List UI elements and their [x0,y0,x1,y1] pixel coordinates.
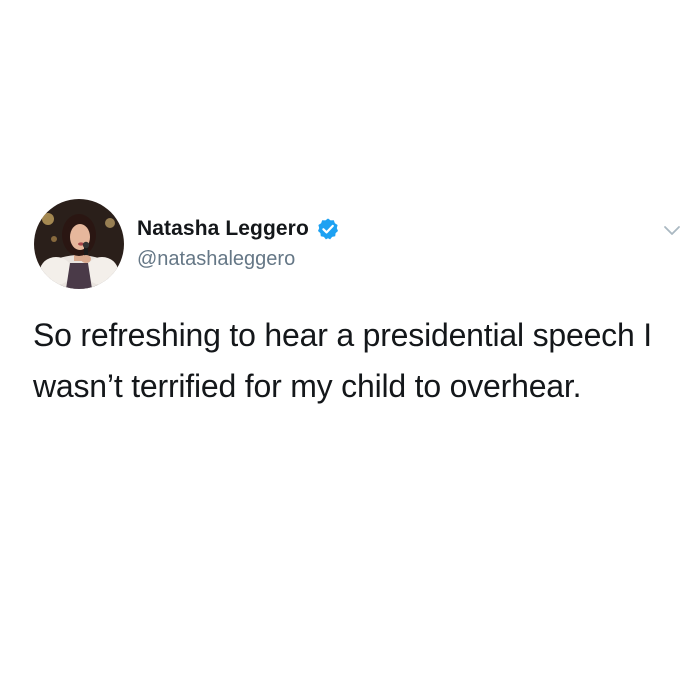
chevron-down-icon [664,226,680,235]
verified-badge-icon [316,217,340,241]
profile-photo-icon [34,199,124,289]
avatar[interactable] [34,199,124,289]
tweet-menu-button[interactable] [660,218,684,242]
tweet-card: Natasha Leggero @natashaleggero So refre… [0,0,700,700]
author-name-row: Natasha Leggero [137,214,340,244]
tweet-text: So refreshing to hear a presidential spe… [33,317,652,404]
author-name[interactable]: Natasha Leggero [137,217,309,241]
author-handle[interactable]: @natashaleggero [137,248,295,271]
